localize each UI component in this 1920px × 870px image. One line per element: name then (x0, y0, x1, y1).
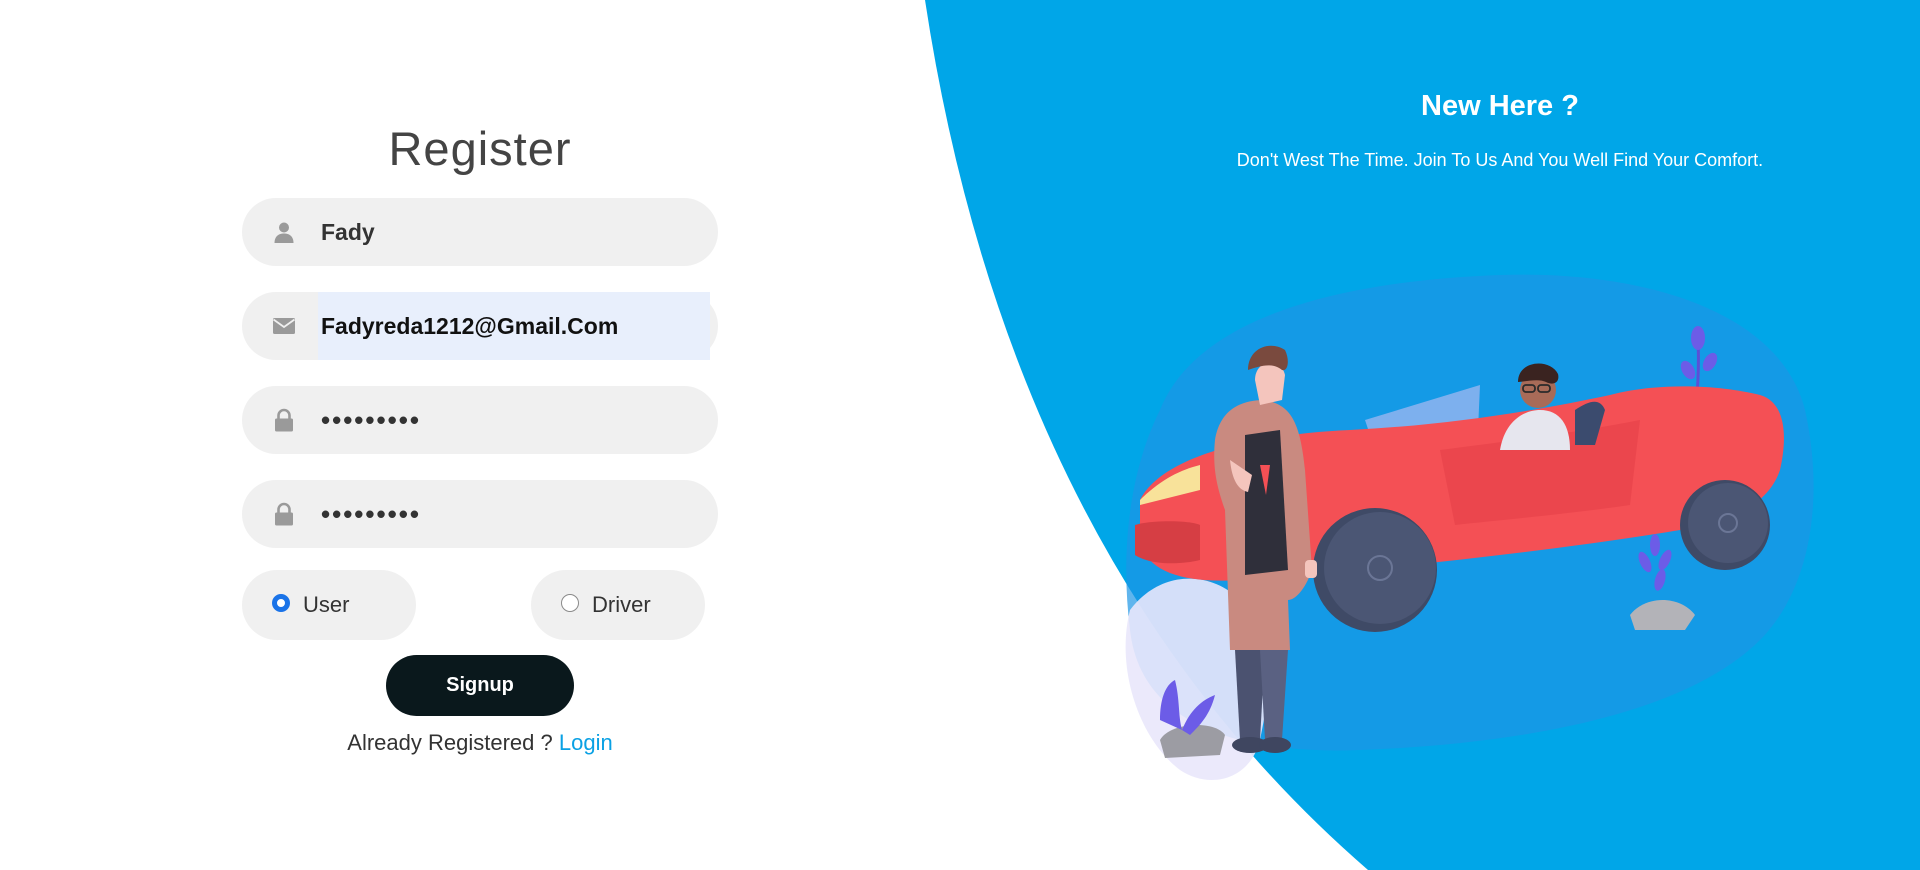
driver-radio-button[interactable] (561, 594, 579, 612)
welcome-panel: New Here ? Don't West The Time. Join To … (1160, 86, 1840, 172)
name-input-value: Fady (321, 219, 375, 245)
register-form: Register Fady Fadyreda1212@Gmail.Com •••… (242, 110, 718, 756)
password-field[interactable]: ••••••••• (242, 386, 718, 454)
register-page: Register Fady Fadyreda1212@Gmail.Com •••… (0, 0, 1920, 870)
car-illustration (1125, 274, 1814, 780)
confirm-password-field[interactable]: ••••••••• (242, 480, 718, 548)
panel-subtitle: Don't West The Time. Join To Us And You … (1236, 150, 1764, 170)
already-registered-text: Already Registered ? Login (242, 730, 718, 756)
front-wheel (1313, 508, 1437, 632)
panel-title: New Here ? (1421, 90, 1579, 122)
user-radio-button[interactable] (272, 594, 290, 612)
car-bumper (1135, 521, 1200, 564)
driver-radio-label: Driver (592, 592, 651, 617)
lock-icon (275, 408, 293, 432)
lock-icon (275, 502, 293, 526)
email-input-value: Fadyreda1212@Gmail.Com (321, 313, 619, 339)
role-selector: User Driver (242, 570, 718, 640)
page-title: Register (388, 122, 572, 175)
user-radio-label: User (303, 592, 350, 617)
login-link[interactable]: Login (559, 730, 613, 755)
already-registered-label: Already Registered ? (347, 730, 553, 755)
name-field[interactable]: Fady (242, 198, 718, 266)
signup-button[interactable]: Signup (386, 655, 574, 716)
confirm-password-input-value: ••••••••• (321, 499, 421, 529)
rear-wheel (1680, 480, 1770, 570)
role-driver-option[interactable]: Driver (531, 570, 705, 640)
password-input-value: ••••••••• (321, 405, 421, 435)
role-user-option[interactable]: User (242, 570, 416, 640)
email-field[interactable]: Fadyreda1212@Gmail.Com (242, 292, 718, 360)
user-icon (274, 222, 294, 243)
envelope-icon (272, 318, 296, 334)
